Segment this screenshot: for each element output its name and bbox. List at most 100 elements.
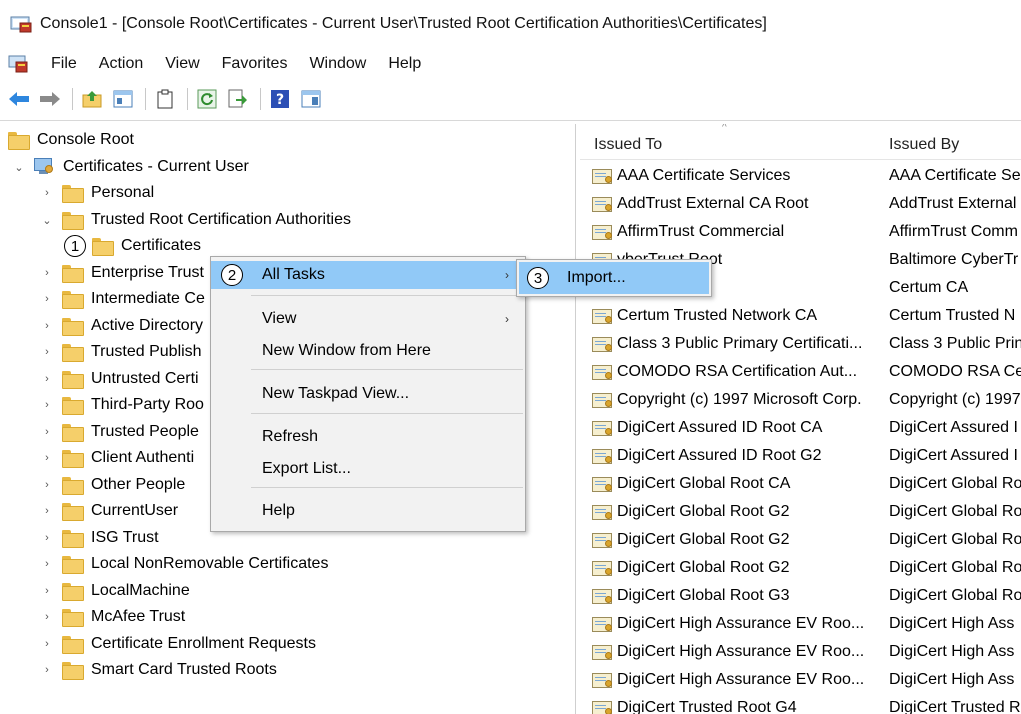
tree-item-client-auth[interactable]: › Client Authenti	[40, 446, 194, 470]
tree-item-label: Intermediate Ce	[91, 290, 205, 307]
table-row[interactable]: DigiCert Trusted Root G4 DigiCert Trusted…	[580, 696, 1021, 714]
menu-file[interactable]: File	[40, 55, 88, 73]
chevron-right-icon[interactable]: ›	[40, 532, 54, 544]
cell-issued-by: AAA Certificate Se	[889, 167, 1021, 184]
refresh-icon[interactable]	[196, 88, 218, 110]
console-menu-icon[interactable]	[8, 55, 28, 73]
chevron-right-icon[interactable]: ›	[40, 187, 54, 199]
cell-issued-by: DigiCert Global Ro	[889, 475, 1021, 492]
chevron-right-icon[interactable]: ›	[40, 611, 54, 623]
issued-to-text: DigiCert Global Root G2	[617, 559, 790, 576]
tree-item-label: CurrentUser	[91, 502, 179, 519]
table-row[interactable]: DigiCert High Assurance EV Roo... DigiCer…	[580, 612, 1021, 640]
chevron-right-icon[interactable]: ›	[40, 452, 54, 464]
chevron-right-icon[interactable]: ›	[40, 638, 54, 650]
column-header-issued-to[interactable]: Issued To	[594, 136, 662, 154]
table-row[interactable]: DigiCert Global Root G3 DigiCert Global R…	[580, 584, 1021, 612]
chevron-right-icon[interactable]: ›	[40, 399, 54, 411]
menu-favorites[interactable]: Favorites	[211, 55, 299, 73]
menu-view[interactable]: View	[154, 55, 210, 73]
tree-item-label: Enterprise Trust	[91, 264, 204, 281]
clipboard-icon[interactable]	[154, 88, 176, 110]
column-header-issued-by[interactable]: Issued By	[889, 136, 959, 154]
table-row[interactable]: DigiCert Assured ID Root CA DigiCert Assu…	[580, 416, 1021, 444]
cell-issued-to: DigiCert Global Root G3	[592, 587, 790, 605]
cell-issued-by: Certum Trusted N	[889, 307, 1016, 324]
tree-item-smart-card-roots[interactable]: › Smart Card Trusted Roots	[40, 658, 277, 682]
menu-item-new-window[interactable]: New Window from Here	[211, 337, 525, 365]
tree-item-console-root[interactable]: Console Root	[8, 128, 134, 152]
chevron-down-icon[interactable]: ⌄	[12, 161, 26, 174]
back-arrow-icon[interactable]	[8, 88, 30, 110]
tree-item-localmachine[interactable]: › LocalMachine	[40, 579, 190, 603]
table-row[interactable]: DigiCert Global Root G2 DigiCert Global R…	[580, 528, 1021, 556]
chevron-right-icon[interactable]: ›	[40, 558, 54, 570]
cell-issued-to: Copyright (c) 1997 Microsoft Corp.	[592, 391, 862, 409]
table-row[interactable]: Copyright (c) 1997 Microsoft Corp. Copyri…	[580, 388, 1021, 416]
tree-item-personal[interactable]: › Personal	[40, 181, 154, 205]
show-hide-tree-icon[interactable]	[112, 88, 134, 110]
chevron-down-icon[interactable]: ⌄	[40, 214, 54, 227]
table-row[interactable]: AffirmTrust Commercial AffirmTrust Comm	[580, 220, 1021, 248]
cell-issued-by: DigiCert High Ass	[889, 643, 1015, 660]
tree-item-untrusted[interactable]: › Untrusted Certi	[40, 367, 199, 391]
menu-action[interactable]: Action	[88, 55, 154, 73]
chevron-right-icon[interactable]: ›	[40, 346, 54, 358]
table-row[interactable]: DigiCert Global Root G2 DigiCert Global R…	[580, 556, 1021, 584]
chevron-right-icon[interactable]: ›	[40, 320, 54, 332]
tree-item-enrollment-requests[interactable]: › Certificate Enrollment Requests	[40, 632, 316, 656]
chevron-right-icon[interactable]: ›	[40, 664, 54, 676]
menu-item-refresh[interactable]: Refresh	[211, 423, 525, 451]
forward-arrow-icon[interactable]	[39, 88, 61, 110]
tree-item-local-nonremovable[interactable]: › Local NonRemovable Certificates	[40, 552, 328, 576]
menu-window[interactable]: Window	[298, 55, 377, 73]
tree-item-trusted-publishers[interactable]: › Trusted Publish	[40, 340, 202, 364]
action-pane-icon[interactable]	[300, 88, 322, 110]
table-row[interactable]: AddTrust External CA Root AddTrust Extern…	[580, 192, 1021, 220]
tree-item-isg-trust[interactable]: › ISG Trust	[40, 526, 159, 550]
tree-item-certificates[interactable]: 1 Certificates	[64, 234, 202, 258]
tree-item-third-party[interactable]: › Third-Party Roo	[40, 393, 204, 417]
table-row[interactable]: DigiCert Global Root G2 DigiCert Global R…	[580, 500, 1021, 528]
chevron-right-icon[interactable]: ›	[40, 505, 54, 517]
up-folder-icon[interactable]	[81, 88, 103, 110]
table-row[interactable]: DigiCert Global Root CA DigiCert Global R…	[580, 472, 1021, 500]
chevron-right-icon[interactable]: ›	[40, 267, 54, 279]
tree-item-other-people[interactable]: › Other People	[40, 473, 185, 497]
tree-item-label: Third-Party Roo	[91, 396, 204, 413]
help-icon[interactable]: ?	[269, 88, 291, 110]
export-list-icon[interactable]	[227, 88, 249, 110]
tree-item-enterprise-trust[interactable]: › Enterprise Trust	[40, 261, 204, 285]
table-row[interactable]: AAA Certificate Services AAA Certificate …	[580, 164, 1021, 192]
table-row[interactable]: Certum Trusted Network CA Certum Trusted …	[580, 304, 1021, 332]
menu-item-view[interactable]: View ›	[211, 305, 525, 333]
cell-issued-by: DigiCert Global Ro	[889, 503, 1021, 520]
menu-help[interactable]: Help	[377, 55, 432, 73]
tree-item-currentuser[interactable]: › CurrentUser	[40, 499, 178, 523]
table-row[interactable]: Class 3 Public Primary Certificati... Cla…	[580, 332, 1021, 360]
tree-item-mcafee-trust[interactable]: › McAfee Trust	[40, 605, 185, 629]
table-row[interactable]: DigiCert High Assurance EV Roo... DigiCer…	[580, 640, 1021, 668]
table-row[interactable]: DigiCert High Assurance EV Roo... DigiCer…	[580, 668, 1021, 696]
tree-item-intermediate[interactable]: › Intermediate Ce	[40, 287, 205, 311]
menu-item-import[interactable]: 3 Import...	[519, 262, 709, 294]
menu-item-new-taskpad[interactable]: New Taskpad View...	[211, 380, 525, 408]
tree-item-active-directory[interactable]: › Active Directory	[40, 314, 203, 338]
folder-icon	[62, 477, 84, 495]
tree-item-trusted-root[interactable]: ⌄ Trusted Root Certification Authorities	[40, 208, 351, 232]
tree-item-certificates-current-user[interactable]: ⌄ Certificates - Current User	[12, 155, 249, 179]
chevron-right-icon[interactable]: ›	[40, 585, 54, 597]
chevron-right-icon[interactable]: ›	[40, 479, 54, 491]
menu-item-all-tasks[interactable]: 2 All Tasks ›	[211, 261, 525, 289]
cell-issued-to: DigiCert High Assurance EV Roo...	[592, 615, 864, 633]
certificate-icon	[592, 196, 614, 213]
menu-item-export-list[interactable]: Export List...	[211, 455, 525, 483]
chevron-right-icon[interactable]: ›	[40, 293, 54, 305]
table-row[interactable]: DigiCert Assured ID Root G2 DigiCert Assu…	[580, 444, 1021, 472]
chevron-right-icon[interactable]: ›	[40, 426, 54, 438]
table-row[interactable]: COMODO RSA Certification Aut... COMODO RS…	[580, 360, 1021, 388]
menu-item-help[interactable]: Help	[211, 497, 525, 525]
tree-item-trusted-people[interactable]: › Trusted People	[40, 420, 199, 444]
issued-to-text: DigiCert Trusted Root G4	[617, 699, 797, 714]
chevron-right-icon[interactable]: ›	[40, 373, 54, 385]
